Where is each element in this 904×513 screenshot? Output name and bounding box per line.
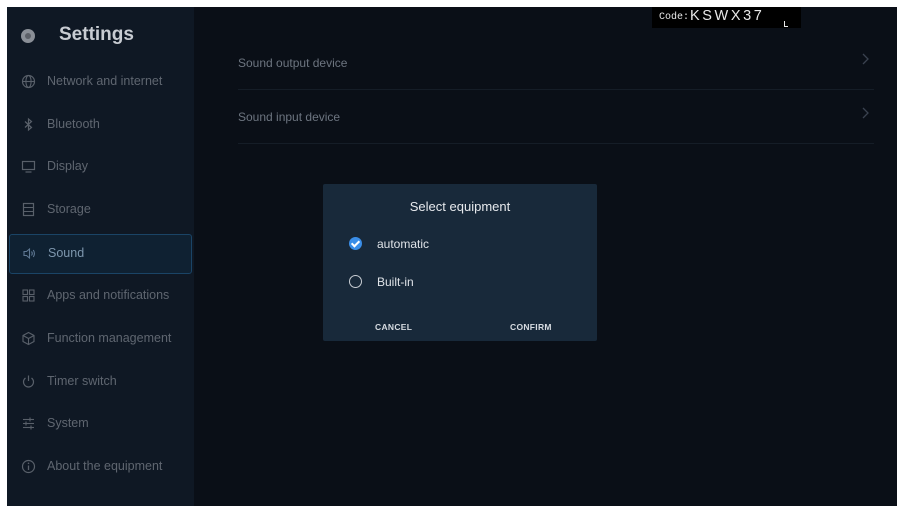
sidebar-item-label: About the equipment [47, 459, 163, 473]
sidebar-item-about[interactable]: About the equipment [7, 448, 194, 486]
option-label: Built-in [377, 275, 414, 289]
option-label: automatic [377, 237, 430, 251]
sidebar-item-label: Storage [47, 202, 91, 216]
resize-corner-icon [784, 21, 788, 27]
sidebar-item-label: Display [47, 159, 88, 173]
sidebar-item-label: Network and internet [47, 74, 163, 88]
sidebar-item-function-management[interactable]: Function management [7, 320, 194, 358]
sidebar-item-network[interactable]: Network and internet [7, 63, 194, 101]
sidebar-item-label: Timer switch [47, 374, 117, 388]
sidebar-item-apps[interactable]: Apps and notifications [7, 277, 194, 315]
storage-icon [21, 202, 36, 217]
speaker-icon [22, 246, 37, 261]
sidebar-item-display[interactable]: Display [7, 148, 194, 186]
sliders-icon [21, 416, 36, 431]
sidebar-item-storage[interactable]: Storage [7, 191, 194, 229]
sidebar-item-timer-switch[interactable]: Timer switch [7, 363, 194, 401]
option-built-in[interactable]: Built-in [347, 271, 577, 295]
code-label: Code: [659, 12, 690, 23]
select-equipment-dialog: Select equipment automatic Built-in CANC… [323, 184, 597, 341]
sidebar-item-sound[interactable]: Sound [9, 234, 192, 274]
sidebar-item-label: Apps and notifications [47, 288, 170, 302]
page-title: Settings [59, 24, 134, 45]
sidebar-item-label: Sound [48, 246, 85, 260]
sidebar-item-label: Bluetooth [47, 117, 100, 131]
sound-input-device-row[interactable]: Sound input device [238, 90, 874, 144]
monitor-icon [21, 159, 36, 174]
sidebar-item-bluetooth[interactable]: Bluetooth [7, 106, 194, 144]
chevron-right-icon [861, 52, 870, 70]
sidebar-item-label: Function management [47, 331, 172, 345]
power-icon [21, 374, 36, 389]
dialog-title: Select equipment [409, 199, 511, 214]
option-automatic[interactable]: automatic [347, 233, 577, 257]
code-overlay: Code: KSWX37 [652, 7, 801, 28]
info-icon [21, 459, 36, 474]
bluetooth-icon [21, 117, 36, 132]
globe-icon [21, 74, 36, 89]
radio-unchecked-icon [349, 275, 362, 288]
cube-icon [21, 331, 36, 346]
sidebar-header: Settings [7, 7, 194, 67]
row-label: Sound output device [238, 56, 348, 70]
sound-output-device-row[interactable]: Sound output device [238, 36, 874, 90]
apps-grid-icon [21, 288, 36, 303]
settings-logo-icon [21, 29, 35, 43]
sidebar: Settings Network and internet Bluetooth … [7, 7, 194, 506]
sidebar-item-system[interactable]: System [7, 405, 194, 443]
row-label: Sound input device [238, 110, 341, 124]
code-value: KSWX37 [690, 8, 765, 24]
tv-screen: Settings Network and internet Bluetooth … [7, 7, 897, 506]
radio-checked-icon [349, 237, 362, 250]
cancel-button[interactable]: CANCEL [375, 322, 412, 332]
chevron-right-icon [861, 106, 870, 124]
confirm-button[interactable]: CONFIRM [510, 322, 552, 332]
sidebar-item-label: System [47, 416, 89, 430]
